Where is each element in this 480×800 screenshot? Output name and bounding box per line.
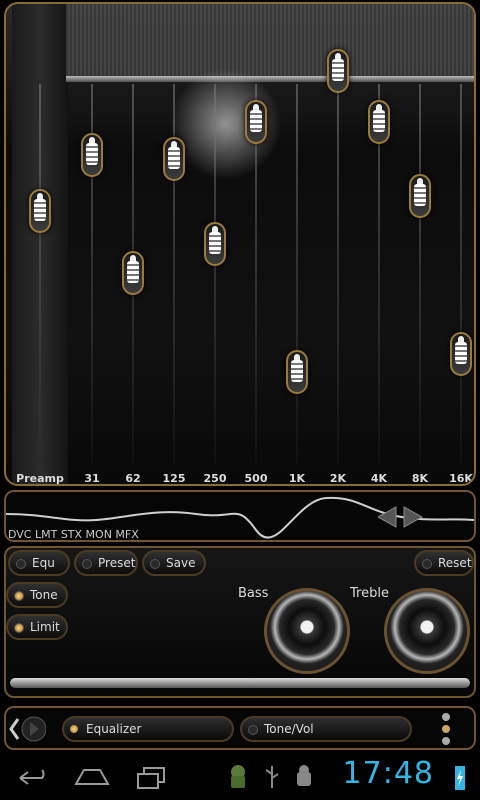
- slider-knob[interactable]: [409, 173, 431, 218]
- slider-track: [296, 84, 298, 464]
- slider-knob[interactable]: [368, 100, 390, 145]
- slider-knob[interactable]: [204, 221, 226, 266]
- band-labels: Preamp 31 62 125 250 500 1K 2K 4K 8K 16K: [6, 470, 474, 485]
- save-label: Save: [166, 556, 196, 570]
- status-flags: DVC LMT STX MON MFX: [8, 528, 139, 541]
- slider-knob[interactable]: [29, 188, 51, 233]
- slider-knob[interactable]: [327, 48, 349, 93]
- bottom-nav: Equalizer Tone/Vol: [4, 706, 476, 750]
- band-label: 2K: [329, 472, 347, 485]
- treble-label: Treble: [350, 586, 389, 601]
- volume-bar[interactable]: [10, 678, 470, 688]
- tab-tone-vol[interactable]: Tone/Vol: [240, 716, 412, 742]
- slider-track: [39, 84, 41, 464]
- equ-button[interactable]: Equ: [8, 550, 70, 576]
- equalizer-panel: Preamp 31 62 125 250 500 1K 2K 4K 8K 16K: [4, 2, 476, 486]
- android-app-icon: [231, 765, 245, 788]
- treble-knob[interactable]: [384, 588, 470, 674]
- battery-icon: [455, 766, 465, 790]
- tab-equalizer[interactable]: Equalizer: [62, 716, 234, 742]
- limit-toggle[interactable]: Limit: [6, 614, 68, 640]
- band-label: 250: [203, 472, 227, 485]
- limit-label: Limit: [30, 620, 60, 634]
- back-nav-icon[interactable]: [6, 709, 46, 749]
- band-label: 16K: [449, 472, 473, 485]
- control-panel: Equ Preset Save Reset Tone Limit Bass Tr…: [4, 546, 476, 698]
- overflow-menu-icon[interactable]: [438, 709, 454, 749]
- indicator-icon: [14, 591, 24, 601]
- slider-knob[interactable]: [286, 350, 308, 395]
- indicator-icon: [14, 623, 24, 633]
- band-label: 125: [162, 472, 186, 485]
- tone-label: Tone: [30, 588, 58, 602]
- wave-nav: [376, 506, 428, 532]
- home-icon[interactable]: [72, 762, 112, 792]
- slider-track: [214, 84, 216, 464]
- band-label: 62: [125, 472, 141, 485]
- indicator-icon: [16, 559, 26, 569]
- back-icon[interactable]: [14, 762, 54, 792]
- slider-knob[interactable]: [122, 251, 144, 296]
- band-label: 8K: [411, 472, 429, 485]
- band-label: 1K: [288, 472, 306, 485]
- slider-knob[interactable]: [245, 100, 267, 145]
- indicator-icon: [422, 559, 432, 569]
- reset-label: Reset: [438, 556, 472, 570]
- preset-button[interactable]: Preset: [74, 550, 138, 576]
- slider-track: [337, 84, 339, 464]
- indicator-icon: [248, 725, 258, 735]
- equ-label: Equ: [32, 556, 55, 570]
- band-label: Preamp: [16, 472, 64, 485]
- indicator-icon: [70, 725, 78, 733]
- slider-knob[interactable]: [81, 133, 103, 178]
- band-label: 31: [84, 472, 100, 485]
- band-label: 4K: [370, 472, 388, 485]
- slider-track: [419, 84, 421, 464]
- slider-knob[interactable]: [450, 332, 472, 377]
- prev-arrow-icon[interactable]: [376, 506, 397, 528]
- slider-track: [460, 84, 462, 464]
- tone-toggle[interactable]: Tone: [6, 582, 68, 608]
- band-label: 500: [244, 472, 268, 485]
- indicator-icon: [82, 559, 92, 569]
- next-arrow-icon[interactable]: [403, 506, 424, 528]
- tab-equalizer-label: Equalizer: [86, 722, 142, 736]
- debug-icon: [297, 765, 311, 786]
- indicator-icon: [150, 559, 160, 569]
- usb-icon: [265, 766, 279, 788]
- reset-button[interactable]: Reset: [414, 550, 474, 576]
- clock: 17:48: [342, 756, 434, 791]
- preset-label: Preset: [98, 556, 136, 570]
- bass-label: Bass: [238, 586, 269, 601]
- recent-apps-icon[interactable]: [132, 762, 172, 792]
- waveform-panel: DVC LMT STX MON MFX: [4, 490, 476, 542]
- slider-knob[interactable]: [163, 137, 185, 182]
- system-nav-bar: 17:48: [0, 752, 480, 800]
- save-button[interactable]: Save: [142, 550, 206, 576]
- bass-knob[interactable]: [264, 588, 350, 674]
- tab-tone-vol-label: Tone/Vol: [264, 722, 314, 736]
